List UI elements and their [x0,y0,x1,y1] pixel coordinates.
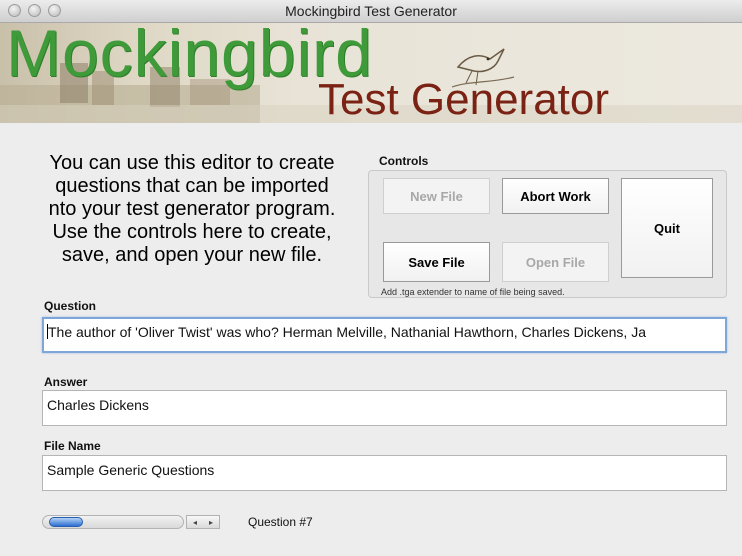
controls-label: Controls [379,154,429,168]
scrollbar-thumb[interactable] [49,517,83,527]
quit-button[interactable]: Quit [621,178,713,278]
file-name-value: Sample Generic Questions [47,462,215,478]
file-name-label: File Name [44,439,101,453]
header-banner: Mockingbird Test Generator [0,23,742,123]
file-name-input[interactable]: Sample Generic Questions [42,455,727,491]
save-hint-text: Add .tga extender to name of file being … [381,287,565,297]
question-number-label: Question #7 [248,515,313,529]
intro-text: You can use this editor to create questi… [36,152,348,267]
intro-line: Use the controls here to create, [52,221,332,243]
question-scrollbar[interactable] [42,515,184,529]
app-window: Mockingbird Test Generator Mockingbird T… [0,0,742,556]
abort-work-button[interactable]: Abort Work [502,178,609,214]
title-bar: Mockingbird Test Generator [0,0,742,23]
question-value: The author of 'Oliver Twist' was who? He… [48,324,646,340]
question-label: Question [44,299,97,313]
prev-arrow-icon[interactable]: ◂ [193,518,197,527]
new-file-button[interactable]: New File [383,178,490,214]
intro-line: questions that can be imported [55,175,329,197]
intro-line: nto your test generator program. [48,198,336,220]
save-file-button[interactable]: Save File [383,242,490,282]
intro-line: save, and open your new file. [61,244,323,266]
scroll-arrow-buttons: ◂ ▸ [186,515,220,529]
mockingbird-icon [451,48,515,88]
answer-value: Charles Dickens [47,397,149,413]
answer-input[interactable]: Charles Dickens [42,390,727,426]
next-arrow-icon[interactable]: ▸ [209,518,213,527]
answer-label: Answer [44,375,88,389]
intro-line: You can use this editor to create [49,152,335,174]
open-file-button[interactable]: Open File [502,242,609,282]
question-input[interactable]: The author of 'Oliver Twist' was who? He… [42,317,727,353]
window-title: Mockingbird Test Generator [285,3,457,19]
